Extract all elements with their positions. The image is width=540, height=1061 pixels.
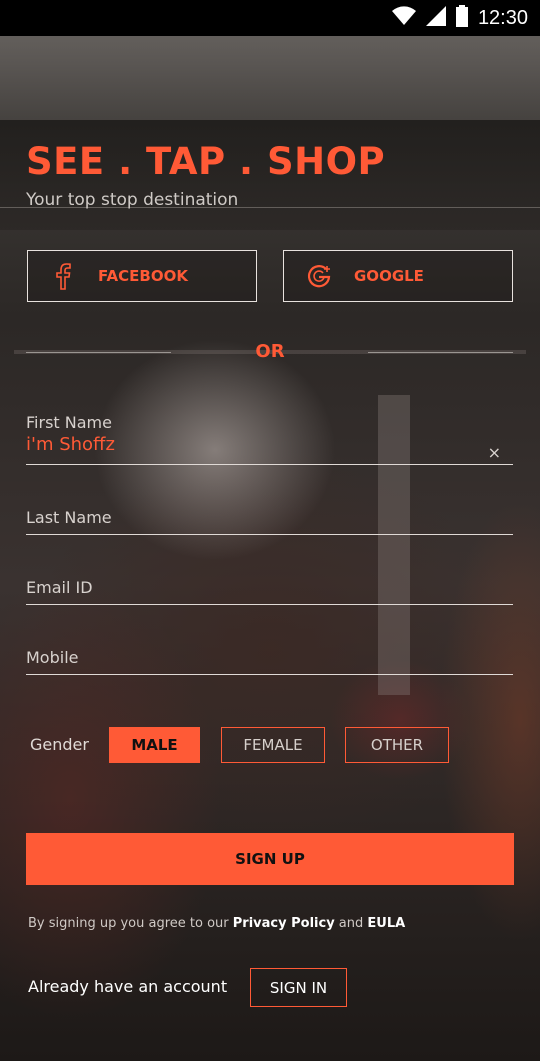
- first-name-label: First Name: [26, 413, 112, 432]
- sign-up-button[interactable]: SIGN UP: [26, 833, 514, 885]
- wifi-icon: [391, 6, 416, 30]
- last-name-underline: [26, 534, 513, 535]
- clear-icon[interactable]: ×: [488, 443, 501, 462]
- battery-icon: [455, 5, 468, 31]
- google-icon: [284, 263, 354, 289]
- terms-prefix: By signing up you agree to our: [28, 916, 233, 931]
- first-name-underline: [26, 464, 513, 465]
- privacy-policy-link[interactable]: Privacy Policy: [233, 916, 335, 931]
- email-underline: [26, 604, 513, 605]
- terms-text: By signing up you agree to our Privacy P…: [28, 916, 405, 931]
- already-have-account-text: Already have an account: [28, 977, 228, 996]
- terms-and: and: [334, 916, 368, 931]
- or-divider-right: [368, 352, 513, 353]
- eula-link[interactable]: EULA: [367, 916, 405, 931]
- last-name-field[interactable]: Last Name: [26, 508, 513, 535]
- google-login-button[interactable]: GOOGLE: [283, 250, 513, 302]
- last-name-label: Last Name: [26, 508, 112, 527]
- gender-male-option[interactable]: MALE: [109, 727, 200, 763]
- signal-icon: [425, 6, 446, 30]
- header-divider: [0, 207, 540, 208]
- email-field[interactable]: Email ID: [26, 578, 513, 605]
- status-bar: 12:30: [0, 0, 540, 36]
- facebook-login-button[interactable]: FACEBOOK: [27, 250, 257, 302]
- gender-female-option[interactable]: FEMALE: [221, 727, 325, 763]
- first-name-input[interactable]: i'm Shoffz: [26, 434, 513, 455]
- google-label: GOOGLE: [354, 267, 424, 285]
- gender-label: Gender: [30, 735, 89, 754]
- mobile-field[interactable]: Mobile: [26, 648, 513, 675]
- mobile-underline: [26, 674, 513, 675]
- first-name-field[interactable]: First Name i'm Shoffz ×: [26, 413, 513, 465]
- sign-in-button[interactable]: SIGN IN: [250, 968, 347, 1007]
- brand-title: SEE . TAP . SHOP: [26, 140, 386, 183]
- facebook-label: FACEBOOK: [98, 267, 188, 285]
- gender-other-option[interactable]: OTHER: [345, 727, 449, 763]
- status-time: 12:30: [477, 6, 528, 29]
- facebook-icon: [28, 262, 98, 290]
- email-label: Email ID: [26, 578, 93, 597]
- mobile-label: Mobile: [26, 648, 79, 667]
